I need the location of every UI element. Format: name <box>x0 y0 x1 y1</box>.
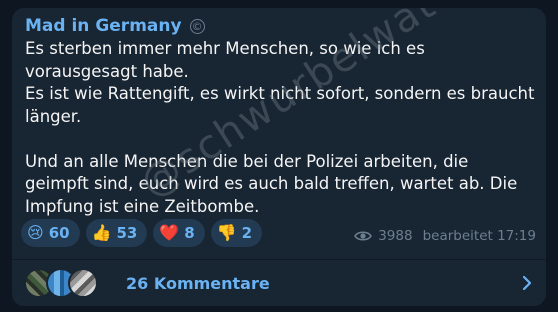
reaction-thumbs-up[interactable]: 👍 53 <box>85 219 148 247</box>
post-meta: 3988 bearbeitet 17:19 <box>354 228 536 244</box>
reactions-bar: 😢 60 👍 53 ❤️ 8 👎 2 <box>21 219 263 247</box>
post-header: Mad in Germany © <box>25 16 205 36</box>
reaction-crying[interactable]: 😢 60 <box>21 219 80 247</box>
message-text: Es sterben immer mehr Menschen, so wie i… <box>25 39 535 216</box>
channel-name[interactable]: Mad in Germany <box>25 16 182 36</box>
message-bubble: Mad in Germany © Es sterben immer mehr M… <box>12 8 546 306</box>
copyright-icon: © <box>189 18 205 34</box>
reaction-count: 60 <box>48 224 70 242</box>
reaction-count: 53 <box>116 224 138 242</box>
avatar <box>68 268 98 298</box>
thumbs-up-icon: 👍 <box>91 223 112 242</box>
comments-button[interactable]: 26 Kommentare <box>12 260 546 306</box>
chevron-right-icon <box>522 275 532 291</box>
thumbs-down-icon: 👎 <box>216 223 237 242</box>
crying-face-icon: 😢 <box>27 223 44 242</box>
eye-icon <box>354 231 373 241</box>
edited-timestamp: bearbeitet 17:19 <box>422 228 536 244</box>
reaction-count: 8 <box>184 224 195 242</box>
reaction-heart[interactable]: ❤️ 8 <box>153 219 205 247</box>
commenter-avatars <box>24 268 104 298</box>
reaction-count: 2 <box>241 224 253 242</box>
heart-icon: ❤️ <box>159 223 180 242</box>
comments-label: 26 Kommentare <box>126 273 270 293</box>
reaction-thumbs-down[interactable]: 👎 2 <box>210 219 263 247</box>
view-count: 3988 <box>378 228 413 244</box>
